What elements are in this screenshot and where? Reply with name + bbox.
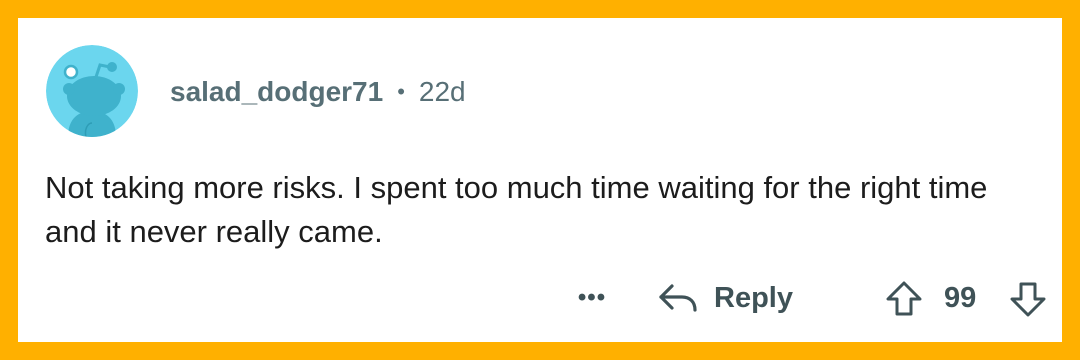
snoo-avatar-icon <box>46 45 138 137</box>
downvote-arrow-icon <box>1010 282 1046 317</box>
more-options-button[interactable]: ••• <box>570 283 614 313</box>
comment-body: Not taking more risks. I spent too much … <box>45 170 988 249</box>
vote-controls: 99 <box>884 278 1054 318</box>
username[interactable]: salad_dodger71 <box>170 76 383 108</box>
more-options-label: ••• <box>577 284 607 311</box>
reply-arrow-icon <box>659 284 697 312</box>
meta-separator: • <box>397 79 405 104</box>
comment-meta: salad_dodger71 • 22d <box>170 74 466 110</box>
reply-button[interactable]: Reply <box>656 278 793 318</box>
downvote-button[interactable] <box>1008 279 1048 319</box>
user-avatar[interactable] <box>46 45 138 137</box>
comment-age: 22d <box>418 76 466 107</box>
comment-card: salad_dodger71 • 22d Not taking more ris… <box>18 18 1062 342</box>
reply-label: Reply <box>714 281 793 314</box>
comment-actions: ••• Reply 99 <box>558 273 1046 323</box>
upvote-button[interactable] <box>884 279 924 319</box>
upvote-arrow-icon <box>886 281 922 316</box>
vote-count: 99 <box>944 282 977 314</box>
